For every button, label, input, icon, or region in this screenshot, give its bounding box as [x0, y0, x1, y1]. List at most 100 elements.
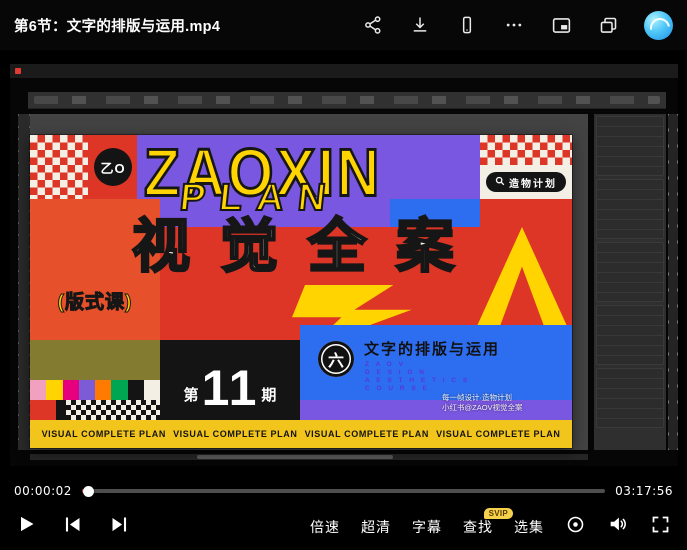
poster-checker-top-left: [30, 135, 88, 199]
poster-bottom-left-row: [30, 400, 160, 420]
palette-swatch: [46, 380, 62, 400]
course-subtitle-line: A E S T H E T I C S: [365, 377, 470, 385]
poster-main-title: 视觉全案: [132, 217, 522, 278]
palette-swatch: [79, 380, 95, 400]
poster-pill-strip: 造物计划: [480, 165, 572, 199]
course-title: 文字的排版与运用: [364, 338, 500, 359]
watermark-line: 小红书@ZAOV视觉全案: [442, 403, 568, 413]
course-block: 六 文字的排版与运用 Z A O V D E S I G N A E S T H…: [300, 325, 572, 400]
poster-checker-top-right: [480, 135, 572, 165]
more-ellipsis-icon: [504, 15, 524, 35]
picture-in-picture-icon: [551, 15, 572, 36]
speed-button[interactable]: 倍速: [310, 517, 340, 537]
mini-window-button[interactable]: [597, 14, 619, 36]
color-palette-strip: [30, 380, 160, 400]
brand-pill-label: 造物计划: [509, 175, 557, 190]
volume-button[interactable]: [607, 513, 629, 540]
previous-button[interactable]: [62, 514, 83, 540]
quality-button[interactable]: 超清: [361, 517, 391, 537]
mobile-button[interactable]: [456, 14, 478, 36]
issue-number: 11: [202, 368, 259, 408]
video-frame[interactable]: 乙O 造物计划: [0, 50, 687, 480]
secondary-controls: 倍速 超清 字幕 查找 SVIP 选集: [310, 513, 671, 540]
episodes-button[interactable]: 选集: [514, 517, 544, 537]
palette-swatch: [111, 380, 127, 400]
pip-button[interactable]: [550, 14, 572, 36]
volume-icon: [607, 513, 629, 540]
issue-block: 第 11 期: [160, 340, 300, 420]
search-in-video-label: 查找: [463, 519, 493, 535]
next-button[interactable]: [109, 514, 130, 540]
poster-left-tag: (版式课): [30, 287, 160, 314]
poster-checker-bw: [66, 400, 160, 420]
illustrator-titlebar: [10, 64, 678, 78]
next-icon: [109, 514, 130, 540]
video-title: 第6节：文字的排版与运用.mp4: [14, 15, 220, 36]
search-icon: [495, 176, 505, 189]
palette-swatch: [128, 380, 144, 400]
zao-logo: 乙O: [94, 148, 132, 186]
play-icon: [16, 514, 36, 539]
target-icon: [565, 514, 586, 540]
panel-box: [596, 116, 664, 176]
palette-swatch: [30, 380, 46, 400]
download-icon: [410, 15, 430, 35]
issue-prefix: 第: [184, 384, 199, 408]
search-in-video-button[interactable]: 查找 SVIP: [463, 517, 493, 537]
more-button[interactable]: [503, 14, 525, 36]
red-square: [30, 400, 56, 420]
illustrator-control-bar: [28, 92, 666, 109]
palette-swatch: [63, 380, 79, 400]
panel-box: [596, 368, 664, 428]
panel-box: [596, 305, 664, 365]
footer-band-item: VISUAL COMPLETE PLAN: [436, 429, 560, 439]
issue-suffix: 期: [261, 384, 276, 408]
watermark-line: 每一帧设计·造物计划: [442, 393, 568, 403]
mobile-phone-icon: [457, 15, 477, 35]
fullscreen-icon: [650, 514, 671, 540]
target-button[interactable]: [565, 514, 586, 540]
illustrator-panel-icon-strip: [668, 114, 678, 450]
download-button[interactable]: [409, 14, 431, 36]
illustrator-canvas: 乙O 造物计划: [30, 114, 588, 450]
course-subtitle-line: C O U R S E: [365, 385, 470, 393]
mini-window-icon: [598, 15, 619, 36]
brand-pill: 造物计划: [486, 172, 566, 192]
share-button[interactable]: [362, 14, 384, 36]
record-indicator-icon: [15, 68, 21, 74]
panel-box: [596, 179, 664, 239]
playback-controls: [16, 514, 130, 540]
progress-thumb[interactable]: [83, 486, 94, 497]
avatar[interactable]: [644, 11, 673, 40]
poster-olive-block: [30, 340, 160, 380]
footer-band-item: VISUAL COMPLETE PLAN: [42, 429, 166, 439]
control-bar: 倍速 超清 字幕 查找 SVIP 选集: [0, 503, 687, 550]
progress-row: 00:00:02 03:17:56: [0, 481, 687, 501]
progress-bar[interactable]: [82, 489, 605, 493]
black-square: [56, 400, 66, 420]
footer-band-item: VISUAL COMPLETE PLAN: [173, 429, 297, 439]
play-button[interactable]: [16, 514, 36, 539]
svip-badge: SVIP: [484, 508, 513, 519]
panel-box: [596, 242, 664, 302]
course-subtitle-line: D E S I G N: [365, 369, 470, 377]
canvas-scrollbar: [30, 454, 588, 460]
total-time: 03:17:56: [615, 484, 673, 498]
video-player-app: 第6节：文字的排版与运用.mp4: [0, 0, 687, 550]
share-icon: [363, 15, 383, 35]
palette-swatch: [144, 380, 160, 400]
illustrator-window: 乙O 造物计划: [10, 64, 678, 466]
watermark: 每一帧设计·造物计划 小红书@ZAOV视觉全案: [442, 393, 568, 412]
poster-footer-band: VISUAL COMPLETE PLAN VISUAL COMPLETE PLA…: [30, 420, 572, 448]
top-bar: 第6节：文字的排版与运用.mp4: [0, 0, 687, 50]
previous-icon: [62, 514, 83, 540]
course-subtitle: Z A O V D E S I G N A E S T H E T I C S …: [365, 361, 470, 393]
illustrator-right-panels: [594, 114, 666, 450]
poster-artboard: 乙O 造物计划: [30, 135, 572, 448]
top-actions: [362, 11, 687, 40]
footer-band-item: VISUAL COMPLETE PLAN: [305, 429, 429, 439]
course-subtitle-line: Z A O V: [365, 361, 470, 369]
current-time: 00:00:02: [14, 484, 72, 498]
fullscreen-button[interactable]: [650, 514, 671, 540]
subtitles-button[interactable]: 字幕: [412, 517, 442, 537]
